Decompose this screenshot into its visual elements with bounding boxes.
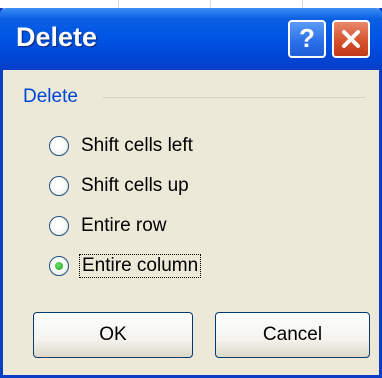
help-button[interactable]: ? (288, 20, 326, 58)
help-icon: ? (299, 23, 315, 53)
option-shift-cells-up[interactable]: Shift cells up (49, 172, 191, 200)
radio-shift-cells-up[interactable] (49, 176, 69, 196)
group-divider (103, 97, 365, 98)
group-label: Delete (23, 86, 84, 108)
option-shift-cells-left[interactable]: Shift cells left (49, 132, 195, 160)
option-entire-row[interactable]: Entire row (49, 212, 169, 240)
dialog-title: Delete (16, 22, 98, 52)
radio-entire-column[interactable] (49, 256, 69, 276)
option-label: Shift cells left (81, 135, 193, 156)
option-label: Entire column (79, 254, 202, 278)
option-label: Shift cells up (81, 175, 189, 196)
delete-dialog: Delete ? Delete Shift cells left Shift c… (0, 8, 382, 378)
option-label: Entire row (81, 215, 167, 236)
option-entire-column[interactable]: Entire column (49, 252, 202, 280)
radio-entire-row[interactable] (49, 216, 69, 236)
ok-button[interactable]: OK (33, 312, 193, 358)
radio-shift-cells-left[interactable] (49, 136, 69, 156)
radio-selected-dot (55, 262, 63, 270)
title-bar: Delete ? (0, 8, 382, 70)
close-icon (342, 30, 360, 48)
cancel-button[interactable]: Cancel (215, 312, 370, 358)
close-button[interactable] (332, 20, 370, 58)
